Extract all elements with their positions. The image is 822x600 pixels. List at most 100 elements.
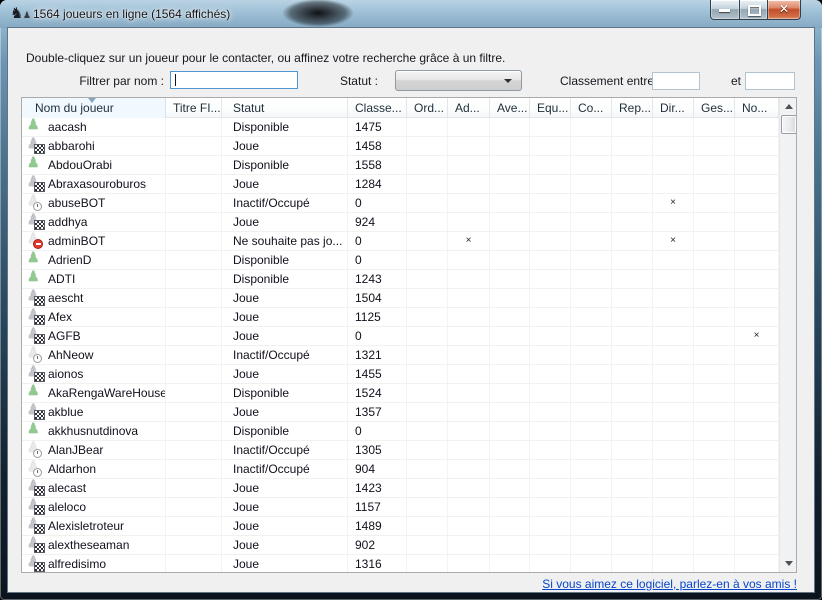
empty-cell	[530, 384, 571, 402]
table-row[interactable]: ♟aacashDisponible1475	[22, 118, 779, 137]
column-header[interactable]: Nom du joueur	[22, 98, 166, 118]
empty-cell	[407, 175, 448, 193]
minimize-button[interactable]	[710, 0, 740, 20]
empty-cell	[407, 536, 448, 554]
filter-name-input[interactable]	[170, 71, 298, 89]
empty-cell	[653, 403, 694, 421]
rating-cell: 924	[348, 213, 407, 231]
chessboard-badge-icon	[34, 182, 45, 192]
table-row[interactable]: ♟AdrienDDisponible0	[22, 251, 779, 270]
empty-cell	[571, 232, 612, 250]
rating-cell: 1305	[348, 441, 407, 459]
table-row[interactable]: ♟AldarhonInactif/Occupé904	[22, 460, 779, 479]
table-row[interactable]: ♟abuseBOTInactif/Occupé0×	[22, 194, 779, 213]
empty-cell	[612, 232, 653, 250]
empty-cell	[530, 441, 571, 459]
table-row[interactable]: ♟AhNeowInactif/Occupé1321	[22, 346, 779, 365]
close-button[interactable]: ✕	[767, 0, 801, 20]
empty-cell	[735, 156, 779, 174]
rating-cell: 1458	[348, 137, 407, 155]
chessboard-badge-icon	[34, 372, 45, 382]
player-name: abuseBOT	[48, 194, 165, 212]
fide-title-cell	[166, 213, 222, 231]
column-header[interactable]: Titre FI...	[166, 98, 222, 118]
window-controls: ✕	[710, 0, 801, 20]
empty-cell	[490, 460, 530, 478]
column-header[interactable]: Ad...	[448, 98, 490, 118]
table-row[interactable]: ♟aionosJoue1455	[22, 365, 779, 384]
pawn-with-chessboard-icon: ♟	[25, 308, 45, 325]
empty-cell	[490, 384, 530, 402]
green-pawn-icon: ♟	[25, 251, 45, 268]
table-row[interactable]: ♟adminBOTNe souhaite pas jo...0××	[22, 232, 779, 251]
empty-cell	[490, 251, 530, 269]
share-link[interactable]: Si vous aimez ce logiciel, parlez-en à v…	[542, 577, 797, 591]
column-header[interactable]: Rep...	[612, 98, 653, 118]
table-row[interactable]: ♟AlanJBearInactif/Occupé1305	[22, 441, 779, 460]
column-header[interactable]: No...	[735, 98, 779, 118]
empty-cell	[530, 194, 571, 212]
table-row[interactable]: ♟aeschtJoue1504	[22, 289, 779, 308]
scroll-up-button[interactable]	[781, 99, 795, 115]
fide-title-cell	[166, 251, 222, 269]
empty-cell	[694, 365, 735, 383]
maximize-button[interactable]	[740, 0, 767, 20]
table-row[interactable]: ♟AGFBJoue0×	[22, 327, 779, 346]
table-row[interactable]: ♟AbdouOrabiDisponible1558	[22, 156, 779, 175]
empty-cell	[653, 346, 694, 364]
empty-cell	[653, 289, 694, 307]
player-name: adminBOT	[48, 232, 165, 250]
table-row[interactable]: ♟alfredisimoJoue1316	[22, 555, 779, 572]
status-dropdown[interactable]	[395, 70, 522, 91]
table-row[interactable]: ♟AbraxasouroburosJoue1284	[22, 175, 779, 194]
empty-cell	[694, 175, 735, 193]
scroll-down-button[interactable]	[781, 555, 795, 571]
column-header[interactable]: Ges...	[694, 98, 735, 118]
vertical-scrollbar[interactable]	[779, 98, 796, 572]
fide-title-cell	[166, 517, 222, 535]
fide-title-cell	[166, 289, 222, 307]
table-row[interactable]: ♟AfexJoue1125	[22, 308, 779, 327]
scrollbar-thumb[interactable]	[781, 115, 796, 134]
empty-cell	[448, 441, 490, 459]
empty-cell	[407, 403, 448, 421]
table-row[interactable]: ♟akblueJoue1357	[22, 403, 779, 422]
table-row[interactable]: ♟akkhusnutdinovaDisponible0	[22, 422, 779, 441]
empty-cell	[448, 175, 490, 193]
table-row[interactable]: ♟alelocoJoue1157	[22, 498, 779, 517]
empty-cell	[735, 441, 779, 459]
ranking-max-input[interactable]	[745, 72, 795, 90]
pawn-glyph: ♟	[27, 156, 40, 172]
column-header[interactable]: Ord...	[407, 98, 448, 118]
table-row[interactable]: ♟AlexisletroteurJoue1489	[22, 517, 779, 536]
column-header[interactable]: Statut	[222, 98, 348, 118]
table-row[interactable]: ♟abbarohiJoue1458	[22, 137, 779, 156]
empty-cell	[694, 156, 735, 174]
player-name-cell: ♟AbdouOrabi	[22, 156, 166, 174]
green-pawn-icon: ♟	[25, 156, 45, 173]
column-header[interactable]: Equ...	[530, 98, 571, 118]
empty-cell	[694, 213, 735, 231]
table-row[interactable]: ♟alecastJoue1423	[22, 479, 779, 498]
status-cell: Joue	[222, 536, 348, 554]
empty-cell	[490, 536, 530, 554]
table-row[interactable]: ♟ADTIDisponible1243	[22, 270, 779, 289]
ranking-min-input[interactable]	[652, 72, 700, 90]
table-row[interactable]: ♟addhyaJoue924	[22, 213, 779, 232]
title-bar[interactable]: ♞♟ 1564 joueurs en ligne (1564 affichés)…	[0, 0, 822, 28]
rating-cell: 0	[348, 251, 407, 269]
chessboard-badge-icon	[34, 220, 45, 230]
empty-cell	[653, 175, 694, 193]
column-header[interactable]: Classe...	[348, 98, 407, 118]
table-row[interactable]: ♟AkaRengaWareHouseDisponible1524	[22, 384, 779, 403]
pawn-with-clock-icon: ♟	[25, 460, 45, 477]
pawn-glyph: ♟	[27, 118, 40, 134]
column-header[interactable]: Ave...	[490, 98, 530, 118]
column-header[interactable]: Dir...	[653, 98, 694, 118]
empty-cell	[530, 175, 571, 193]
column-header[interactable]: Co...	[571, 98, 612, 118]
empty-cell	[490, 118, 530, 136]
empty-cell	[571, 137, 612, 155]
table-row[interactable]: ♟alextheseamanJoue902	[22, 536, 779, 555]
status-cell: Disponible	[222, 270, 348, 288]
